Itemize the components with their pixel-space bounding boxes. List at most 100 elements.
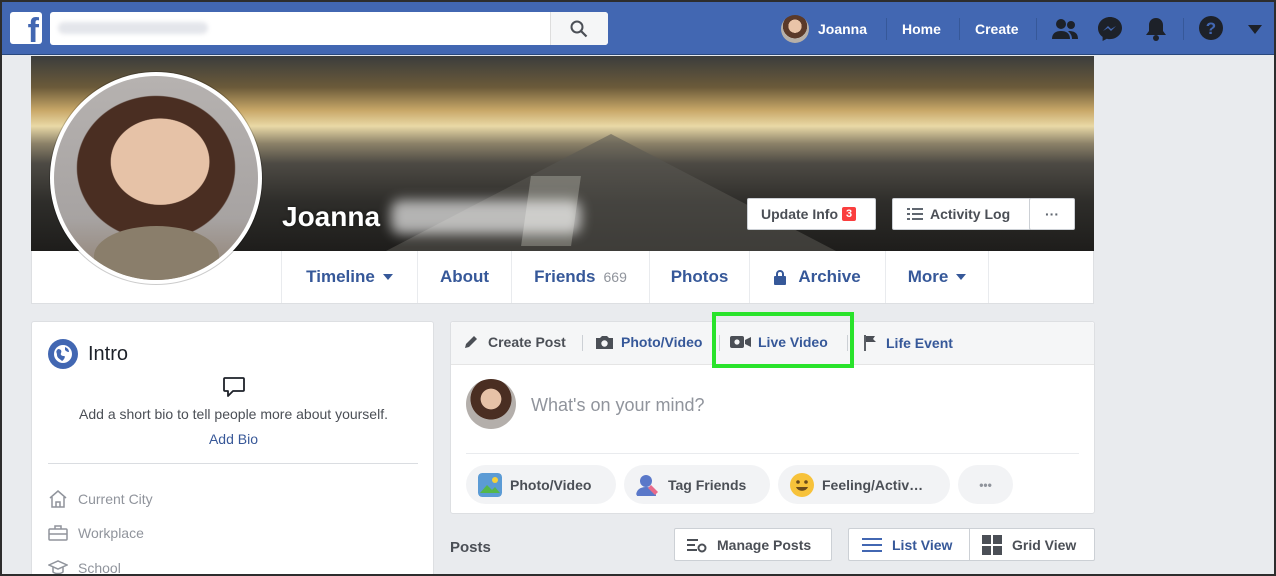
more-options-button[interactable]: ··· [1029,198,1075,230]
add-bio-label: Add Bio [208,431,259,447]
top-navigation-bar: f Joanna Home Create ? [2,2,1274,55]
photo-video-pill-button[interactable]: Photo/Video [466,465,616,504]
surname-redacted [391,200,581,234]
globe-icon [48,339,78,369]
profile-photo-shirt [94,226,219,280]
nav-create-link[interactable]: Create [975,21,1019,37]
briefcase-icon [48,525,68,541]
composer-input[interactable]: What's on your mind? [531,395,705,416]
messenger-icon[interactable] [1097,16,1123,42]
speech-bubble-icon [223,377,245,397]
friends-count: 669 [603,269,627,285]
manage-settings-icon [687,538,707,552]
post-composer: Create Post Photo/Video Live Video Life … [450,312,1095,514]
list-view-button[interactable]: List View [848,528,970,561]
tag-friends-icon [636,474,658,496]
grid-view-label: Grid View [1012,536,1077,553]
tab-timeline[interactable]: Timeline [281,251,417,303]
profile-photo [54,76,258,280]
create-post-tab[interactable]: Create Post [463,334,566,350]
update-info-badge: 3 [842,207,857,221]
nav-divider [1036,18,1037,40]
profile-picture[interactable] [50,72,262,284]
graduation-cap-icon [48,560,68,574]
create-post-label: Create Post [488,334,566,350]
tab-friends[interactable]: Friends 669 [511,251,649,303]
tab-about[interactable]: About [417,251,511,303]
manage-posts-label: Manage Posts [717,536,812,553]
divider [48,463,418,464]
facebook-logo-icon[interactable]: f [10,12,42,44]
more-options-label: ··· [1045,206,1059,222]
tag-friends-pill-label: Tag Friends [668,476,747,493]
activity-log-label: Activity Log [930,206,1011,222]
tab-timeline-label: Timeline [306,267,375,286]
intro-row-current-city[interactable]: Current City [48,488,153,510]
smiley-icon [790,472,814,497]
manage-posts-button[interactable]: Manage Posts [674,528,832,561]
tab-photos-label: Photos [670,267,729,286]
tab-photos[interactable]: Photos [649,251,749,303]
camera-icon [596,335,613,349]
posts-heading: Posts [450,539,491,556]
composer-header: Create Post Photo/Video Live Video Life … [451,312,1094,368]
life-event-tab[interactable]: Life Event [863,334,953,351]
chevron-down-icon [956,274,967,280]
more-options-pill-button[interactable]: ••• [958,465,1013,504]
intro-bio-prompt: Add a short bio to tell people more abou… [79,406,388,422]
search-text-redacted [58,22,208,34]
friends-icon[interactable] [1051,18,1079,40]
add-bio-link[interactable]: Add Bio [32,431,435,447]
tab-more[interactable]: More [885,251,989,303]
update-info-label: Update Info [761,206,838,222]
nav-home-link[interactable]: Home [902,21,941,37]
nav-user-name: Joanna [818,21,868,37]
list-view-label: List View [892,536,953,553]
profile-name: Joanna [282,201,381,232]
intro-row-school[interactable]: School [48,557,121,576]
photo-video-pill-label: Photo/Video [510,476,592,493]
feeling-activity-pill-button[interactable]: Feeling/Activ… [778,465,950,504]
globe-shape [54,345,72,363]
feeling-activity-pill-label: Feeling/Activ… [822,476,924,493]
live-video-highlight-box [712,312,854,368]
grid-view-button[interactable]: Grid View [969,528,1095,561]
tag-friends-pill-button[interactable]: Tag Friends [624,465,770,504]
nav-divider [1183,18,1184,40]
screenshot-frame: f Joanna Home Create ? Joanna Update Inf… [0,0,1276,576]
chevron-down-icon [382,274,393,280]
search-input[interactable] [50,12,608,45]
nav-divider [959,18,960,40]
intro-row-workplace[interactable]: Workplace [48,522,144,544]
lock-icon [774,269,787,285]
notifications-bell-icon[interactable] [1144,16,1168,42]
photo-video-tab[interactable]: Photo/Video [595,334,702,350]
dropdown-caret-icon[interactable] [1248,25,1262,34]
activity-log-button[interactable]: Activity Log [892,198,1031,230]
search-button[interactable] [550,12,608,45]
nav-profile-link[interactable]: Joanna [781,15,867,43]
tab-archive[interactable]: Archive [749,251,885,303]
help-icon[interactable]: ? [1198,15,1224,41]
nav-divider [886,18,887,40]
list-icon [907,208,923,220]
tab-friends-label: Friends [534,267,596,286]
intro-card: Intro Add a short bio to tell people mor… [31,321,435,576]
grid-view-icon [982,534,1002,555]
photo-video-tab-label: Photo/Video [621,334,703,350]
divider [466,453,1079,454]
pencil-icon [465,336,477,348]
more-options-pill-label: ••• [979,477,992,492]
divider [582,335,583,351]
update-info-button[interactable]: Update Info 3 [747,198,876,230]
intro-row-label: Current City [78,491,153,507]
composer-avatar[interactable] [466,379,516,429]
svg-text:?: ? [1206,19,1216,38]
intro-row-label: Workplace [78,525,144,541]
intro-row-label: School [78,560,121,576]
tab-archive-label: Archive [798,267,861,286]
tab-more-label: More [907,267,949,286]
photo-icon [478,472,502,497]
home-icon [49,490,67,508]
intro-title: Intro [88,343,129,365]
